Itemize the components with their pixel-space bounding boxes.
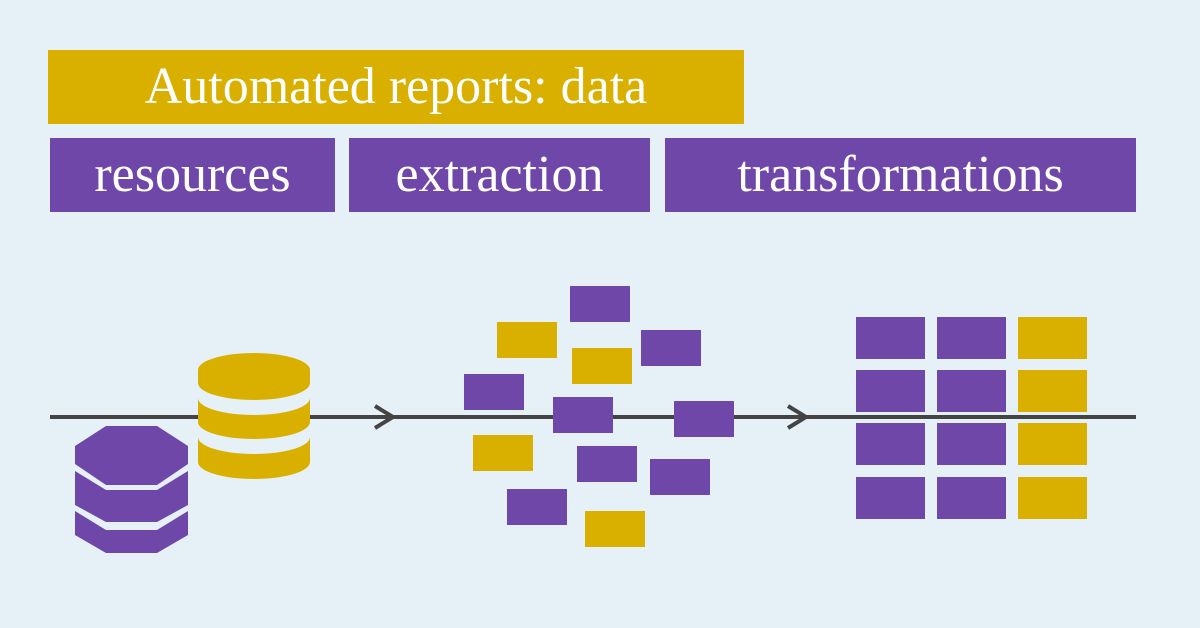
pipeline-diagram [50, 286, 1136, 553]
block [585, 511, 645, 547]
block [464, 374, 524, 410]
grid-cell [856, 370, 925, 412]
block [570, 286, 630, 322]
grid-cell [937, 423, 1006, 465]
block [641, 330, 701, 366]
octagon-database-icon [75, 426, 188, 553]
block [553, 397, 613, 433]
block [507, 489, 567, 525]
grid-cell [1018, 317, 1087, 359]
block [650, 459, 710, 495]
grid-cell [937, 370, 1006, 412]
grid-cell [856, 477, 925, 519]
grid-cell [1018, 370, 1087, 412]
grid-cell [1018, 477, 1087, 519]
block [572, 348, 632, 384]
block [497, 322, 557, 358]
grid-cell [856, 423, 925, 465]
grid-cell [1018, 423, 1087, 465]
block [473, 435, 533, 471]
block [577, 446, 637, 482]
grid-cell [937, 317, 1006, 359]
grid-cell [937, 477, 1006, 519]
cylinder-database-icon [198, 353, 310, 479]
grid-cell [856, 317, 925, 359]
block [674, 401, 734, 437]
